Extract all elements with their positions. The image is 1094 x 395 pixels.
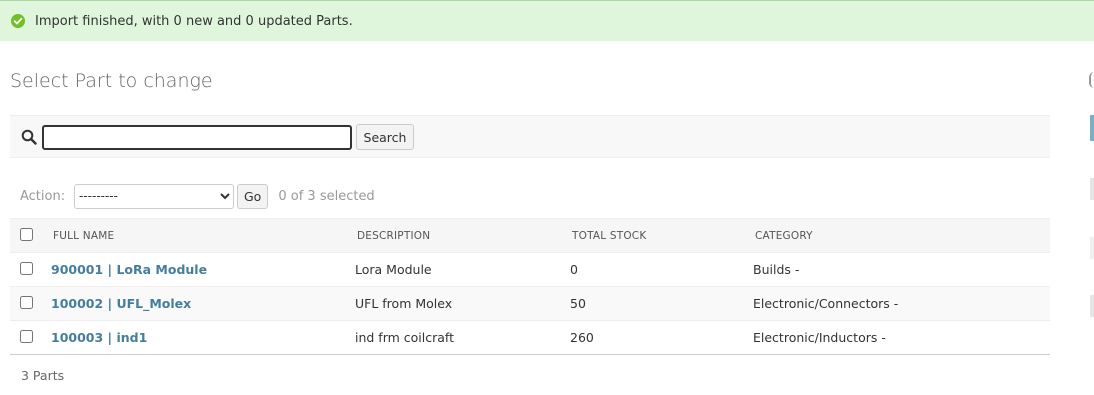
- selection-counter: 0 of 3 selected: [278, 188, 375, 204]
- success-message: Import finished, with 0 new and 0 update…: [0, 0, 1094, 41]
- column-header-description[interactable]: Description: [347, 218, 562, 253]
- select-all-cell: [10, 218, 43, 253]
- action-label: Action:: [20, 188, 66, 204]
- table-row: 100003 | ind1 ind frm coilcraft 260 Elec…: [10, 320, 1050, 355]
- search-input[interactable]: [42, 125, 352, 150]
- table-row: 100002 | UFL_Molex UFL from Molex 50 Ele…: [10, 286, 1050, 321]
- category-cell: Builds -: [745, 252, 1050, 287]
- description-cell: UFL from Molex: [347, 286, 562, 321]
- description-cell: ind frm coilcraft: [347, 320, 562, 355]
- category-cell: Electronic/Connectors -: [745, 286, 1050, 321]
- search-button[interactable]: Search: [356, 124, 414, 150]
- row-select-cell: [10, 252, 43, 287]
- row-checkbox[interactable]: [20, 295, 33, 309]
- full-name-cell: 100002 | UFL_Molex: [43, 286, 347, 321]
- actions-bar: Action: --------- Go 0 of 3 selected: [10, 183, 610, 209]
- part-link[interactable]: 100003 | ind1: [51, 330, 147, 345]
- check-circle-icon: [11, 14, 25, 28]
- row-checkbox[interactable]: [20, 261, 33, 275]
- full-name-cell: 900001 | LoRa Module: [43, 252, 347, 287]
- total-stock-cell: 260: [562, 320, 745, 355]
- select-all-checkbox[interactable]: [20, 227, 33, 241]
- part-link[interactable]: 900001 | LoRa Module: [51, 262, 207, 277]
- sidebar-edge-item[interactable]: [1090, 295, 1094, 317]
- category-cell: Electronic/Inductors -: [745, 320, 1050, 355]
- paginator: 3 Parts: [21, 368, 65, 383]
- full-name-cell: 100003 | ind1: [43, 320, 347, 355]
- column-header-category[interactable]: Category: [745, 218, 1050, 253]
- sidebar-edge-item[interactable]: [1090, 178, 1094, 200]
- sidebar-edge-glyph: [1089, 72, 1094, 88]
- row-checkbox[interactable]: [20, 329, 33, 343]
- total-stock-cell: 0: [562, 252, 745, 287]
- table-row: 900001 | LoRa Module Lora Module 0 Build…: [10, 252, 1050, 287]
- total-stock-cell: 50: [562, 286, 745, 321]
- results-table: Full name Description Total stock Catego…: [10, 218, 1050, 355]
- search-toolbar: Search: [10, 115, 1050, 158]
- message-text: Import finished, with 0 new and 0 update…: [35, 13, 353, 29]
- row-select-cell: [10, 286, 43, 321]
- part-link[interactable]: 100002 | UFL_Molex: [51, 296, 191, 311]
- column-header-total-stock[interactable]: Total stock: [562, 218, 745, 253]
- row-select-cell: [10, 320, 43, 355]
- column-header-full-name[interactable]: Full name: [43, 218, 347, 253]
- go-button[interactable]: Go: [237, 183, 269, 209]
- table-header-row: Full name Description Total stock Catego…: [10, 218, 1050, 253]
- page-title: Select Part to change: [10, 70, 213, 92]
- search-icon: [21, 129, 37, 145]
- sidebar-edge-active[interactable]: [1090, 115, 1094, 141]
- description-cell: Lora Module: [347, 252, 562, 287]
- action-select[interactable]: ---------: [74, 183, 234, 209]
- sidebar-edge-item[interactable]: [1090, 237, 1094, 259]
